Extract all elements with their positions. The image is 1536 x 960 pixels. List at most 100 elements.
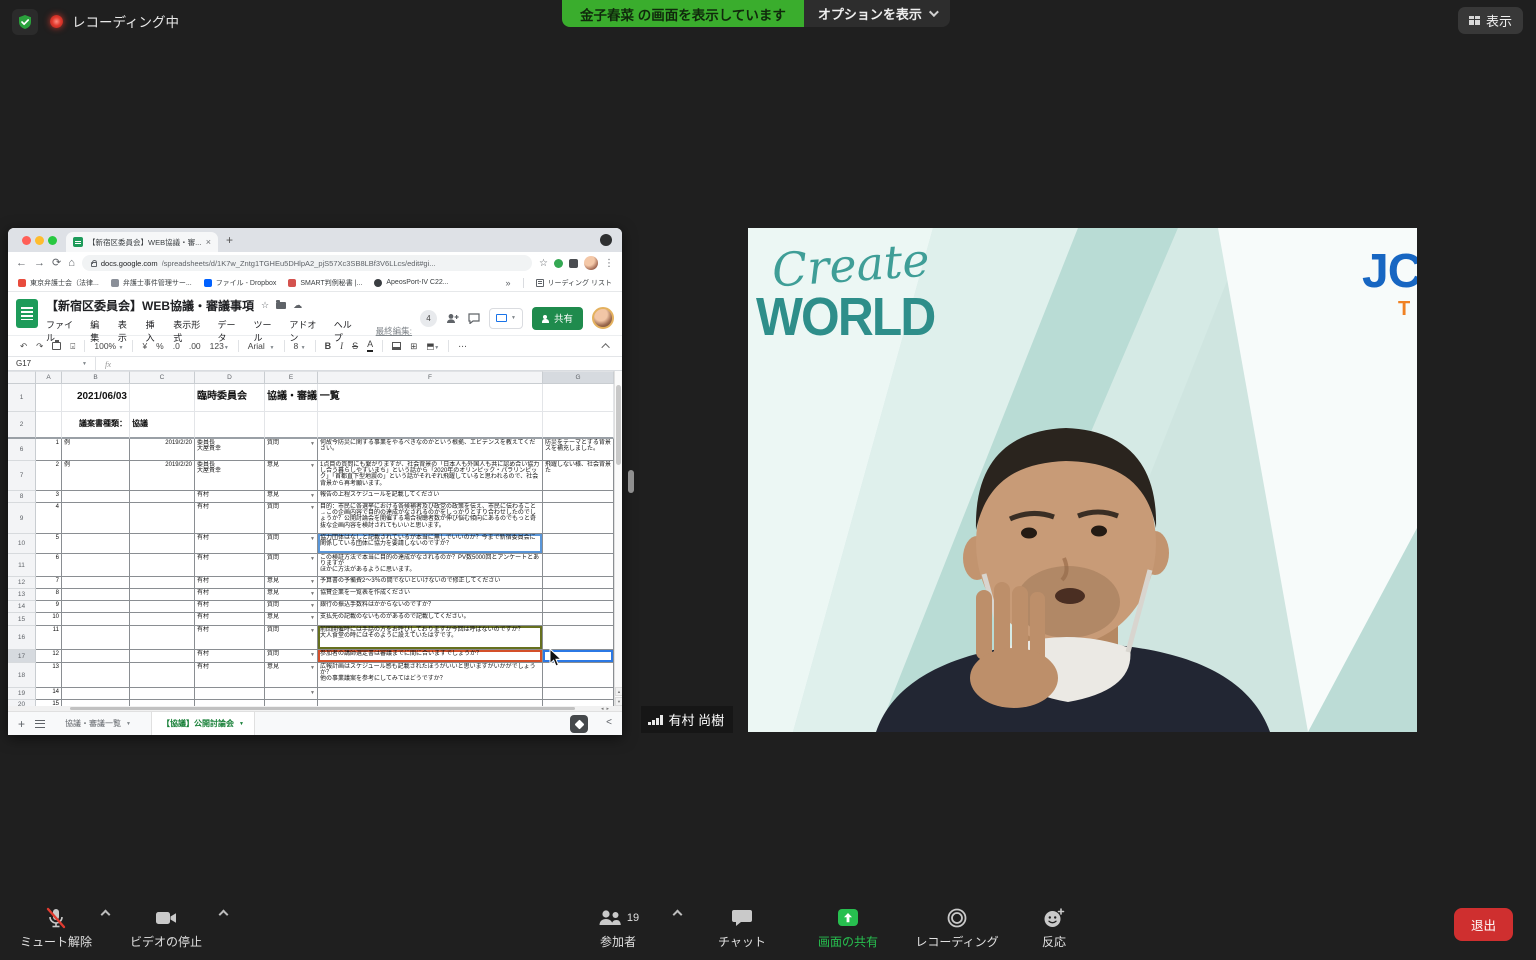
cell-A15[interactable]: 10: [36, 613, 62, 626]
cell-A1[interactable]: [36, 384, 62, 412]
cell-G13[interactable]: [543, 589, 614, 601]
cell-D15[interactable]: 有村: [195, 613, 265, 626]
leave-meeting-button[interactable]: 退出: [1454, 908, 1513, 941]
grid-corner[interactable]: [8, 371, 36, 384]
record-button[interactable]: レコーディング: [912, 905, 1002, 950]
share-options-button[interactable]: オプションを表示: [804, 0, 950, 27]
share-screen-button[interactable]: 画面の共有: [808, 905, 888, 950]
cell-B12[interactable]: [62, 577, 130, 589]
cell-A13[interactable]: 8: [36, 589, 62, 601]
cell-F9[interactable]: 目的：市民に各選挙における各候補者及び政党の政策を伝え、市民に伝わること→この企…: [318, 503, 543, 534]
cell-F12[interactable]: 予算書の予備費2～3％の間でないといけないので修正してください: [318, 577, 543, 589]
document-title[interactable]: 【新宿区委員会】WEB協議・審議事項: [46, 297, 254, 314]
cell-G19[interactable]: [543, 688, 614, 700]
cell-D13[interactable]: 有村: [195, 589, 265, 601]
row-header-14[interactable]: 14: [8, 601, 36, 613]
cell-C6[interactable]: 2019/2/20: [130, 439, 195, 461]
format-currency-button[interactable]: ¥: [142, 342, 147, 351]
cell-D14[interactable]: 有村: [195, 601, 265, 613]
cell-A10[interactable]: 5: [36, 534, 62, 554]
cell-F6[interactable]: 何故今防災に関する事業をやるべきなのかという根拠、エビデンスを教えてください。: [318, 439, 543, 461]
row-header-19[interactable]: 19: [8, 688, 36, 700]
cell-B8[interactable]: [62, 491, 130, 503]
browser-tab[interactable]: 【新宿区委員会】WEB協議・審... ×: [66, 232, 218, 252]
cell-B13[interactable]: [62, 589, 130, 601]
participants-options-chevron-icon[interactable]: [673, 910, 683, 920]
row-header-13[interactable]: 13: [8, 589, 36, 601]
cell-A7[interactable]: 2: [36, 461, 62, 491]
column-header-E[interactable]: E: [265, 371, 318, 384]
scrollbar-handle[interactable]: [70, 707, 575, 710]
cell-F15[interactable]: 支払先の記載のないものがあるので記載してください。: [318, 613, 543, 626]
cell-G10[interactable]: [543, 534, 614, 554]
cell-F14[interactable]: 銀行の振込手数料はかからないのですか？: [318, 601, 543, 613]
cell-E9[interactable]: 質問▼: [265, 503, 318, 534]
cell-A14[interactable]: 9: [36, 601, 62, 613]
cell-D8[interactable]: 有村: [195, 491, 265, 503]
cell-G9[interactable]: [543, 503, 614, 534]
new-tab-button[interactable]: +: [226, 233, 233, 247]
fill-color-icon[interactable]: [392, 342, 401, 350]
cell-F19[interactable]: [318, 688, 543, 700]
decrease-decimal-button[interactable]: .0: [173, 342, 180, 351]
cell-F2[interactable]: [318, 412, 543, 439]
cell-D12[interactable]: 有村: [195, 577, 265, 589]
row-header-8[interactable]: 8: [8, 491, 36, 503]
cell-A12[interactable]: 7: [36, 577, 62, 589]
cell-G12[interactable]: [543, 577, 614, 589]
cell-F16[interactable]: 前回開催時には手話の方をお呼びしておりますが今回は呼ばないのですか？ 大人食堂の…: [318, 626, 543, 650]
bookmark-star-icon[interactable]: ☆: [539, 258, 548, 269]
cell-E17[interactable]: 質問▼: [265, 650, 318, 663]
mute-options-chevron-icon[interactable]: [101, 910, 111, 920]
add-collaborator-icon[interactable]: [446, 313, 459, 324]
cell-C11[interactable]: [130, 554, 195, 577]
bookmarks-overflow-icon[interactable]: »: [506, 278, 511, 288]
bookmark-item[interactable]: 東京弁護士会（法律...: [18, 278, 99, 288]
security-shield-icon[interactable]: [12, 9, 38, 35]
cell-E7[interactable]: 意見▼: [265, 461, 318, 491]
cell-A8[interactable]: 3: [36, 491, 62, 503]
cell-C7[interactable]: 2019/2/20: [130, 461, 195, 491]
row-header-9[interactable]: 9: [8, 503, 36, 534]
bookmark-item[interactable]: 弁護士事件管理サー...: [111, 278, 192, 288]
text-color-button[interactable]: A: [367, 340, 373, 351]
cell-dropdown-icon[interactable]: ▼: [310, 603, 315, 609]
sheet-tab-active[interactable]: 【協議】公開討論会▼: [151, 712, 255, 735]
scrollbar-handle[interactable]: [616, 385, 621, 465]
video-options-chevron-icon[interactable]: [219, 910, 229, 920]
cell-G11[interactable]: [543, 554, 614, 577]
cell-C13[interactable]: [130, 589, 195, 601]
row-header-7[interactable]: 7: [8, 461, 36, 491]
star-icon[interactable]: ☆: [261, 300, 269, 311]
window-zoom-button[interactable]: [48, 236, 57, 245]
window-minimize-button[interactable]: [35, 236, 44, 245]
cell-G1[interactable]: [543, 384, 614, 412]
cell-E11[interactable]: 質問▼: [265, 554, 318, 577]
cell-A18[interactable]: 13: [36, 663, 62, 688]
cell-F10[interactable]: 協力団体はなしと記載されているが本当に無しでいいのか？今まで新宿委員会に関係して…: [318, 534, 543, 554]
redo-icon[interactable]: ↷: [36, 342, 43, 351]
column-header-B[interactable]: B: [62, 371, 130, 384]
cell-B2[interactable]: 議案書種類：: [62, 412, 130, 439]
undo-icon[interactable]: ↶: [20, 342, 27, 351]
cell-E18[interactable]: 意見▼: [265, 663, 318, 688]
cell-B1[interactable]: 2021/06/03: [62, 384, 130, 412]
cell-D9[interactable]: 有村: [195, 503, 265, 534]
cell-D19[interactable]: [195, 688, 265, 700]
cell-B14[interactable]: [62, 601, 130, 613]
cell-C8[interactable]: [130, 491, 195, 503]
cell-B7[interactable]: 例: [62, 461, 130, 491]
url-field[interactable]: docs.google.com/spreadsheets/d/1K7w_Zntg…: [82, 255, 532, 271]
print-icon[interactable]: [52, 342, 61, 350]
browser-menu-icon[interactable]: ⋮: [604, 258, 614, 269]
cell-F1[interactable]: [318, 384, 543, 412]
row-header-12[interactable]: 12: [8, 577, 36, 589]
cell-C18[interactable]: [130, 663, 195, 688]
cell-A17[interactable]: 12: [36, 650, 62, 663]
present-button[interactable]: ▼: [489, 308, 523, 329]
cell-dropdown-icon[interactable]: ▼: [310, 505, 315, 511]
participants-button[interactable]: 19 参加者: [582, 905, 654, 950]
cell-D7[interactable]: 委員長 大屋貴幸: [195, 461, 265, 491]
cell-D17[interactable]: 有村: [195, 650, 265, 663]
back-icon[interactable]: ←: [16, 258, 27, 269]
